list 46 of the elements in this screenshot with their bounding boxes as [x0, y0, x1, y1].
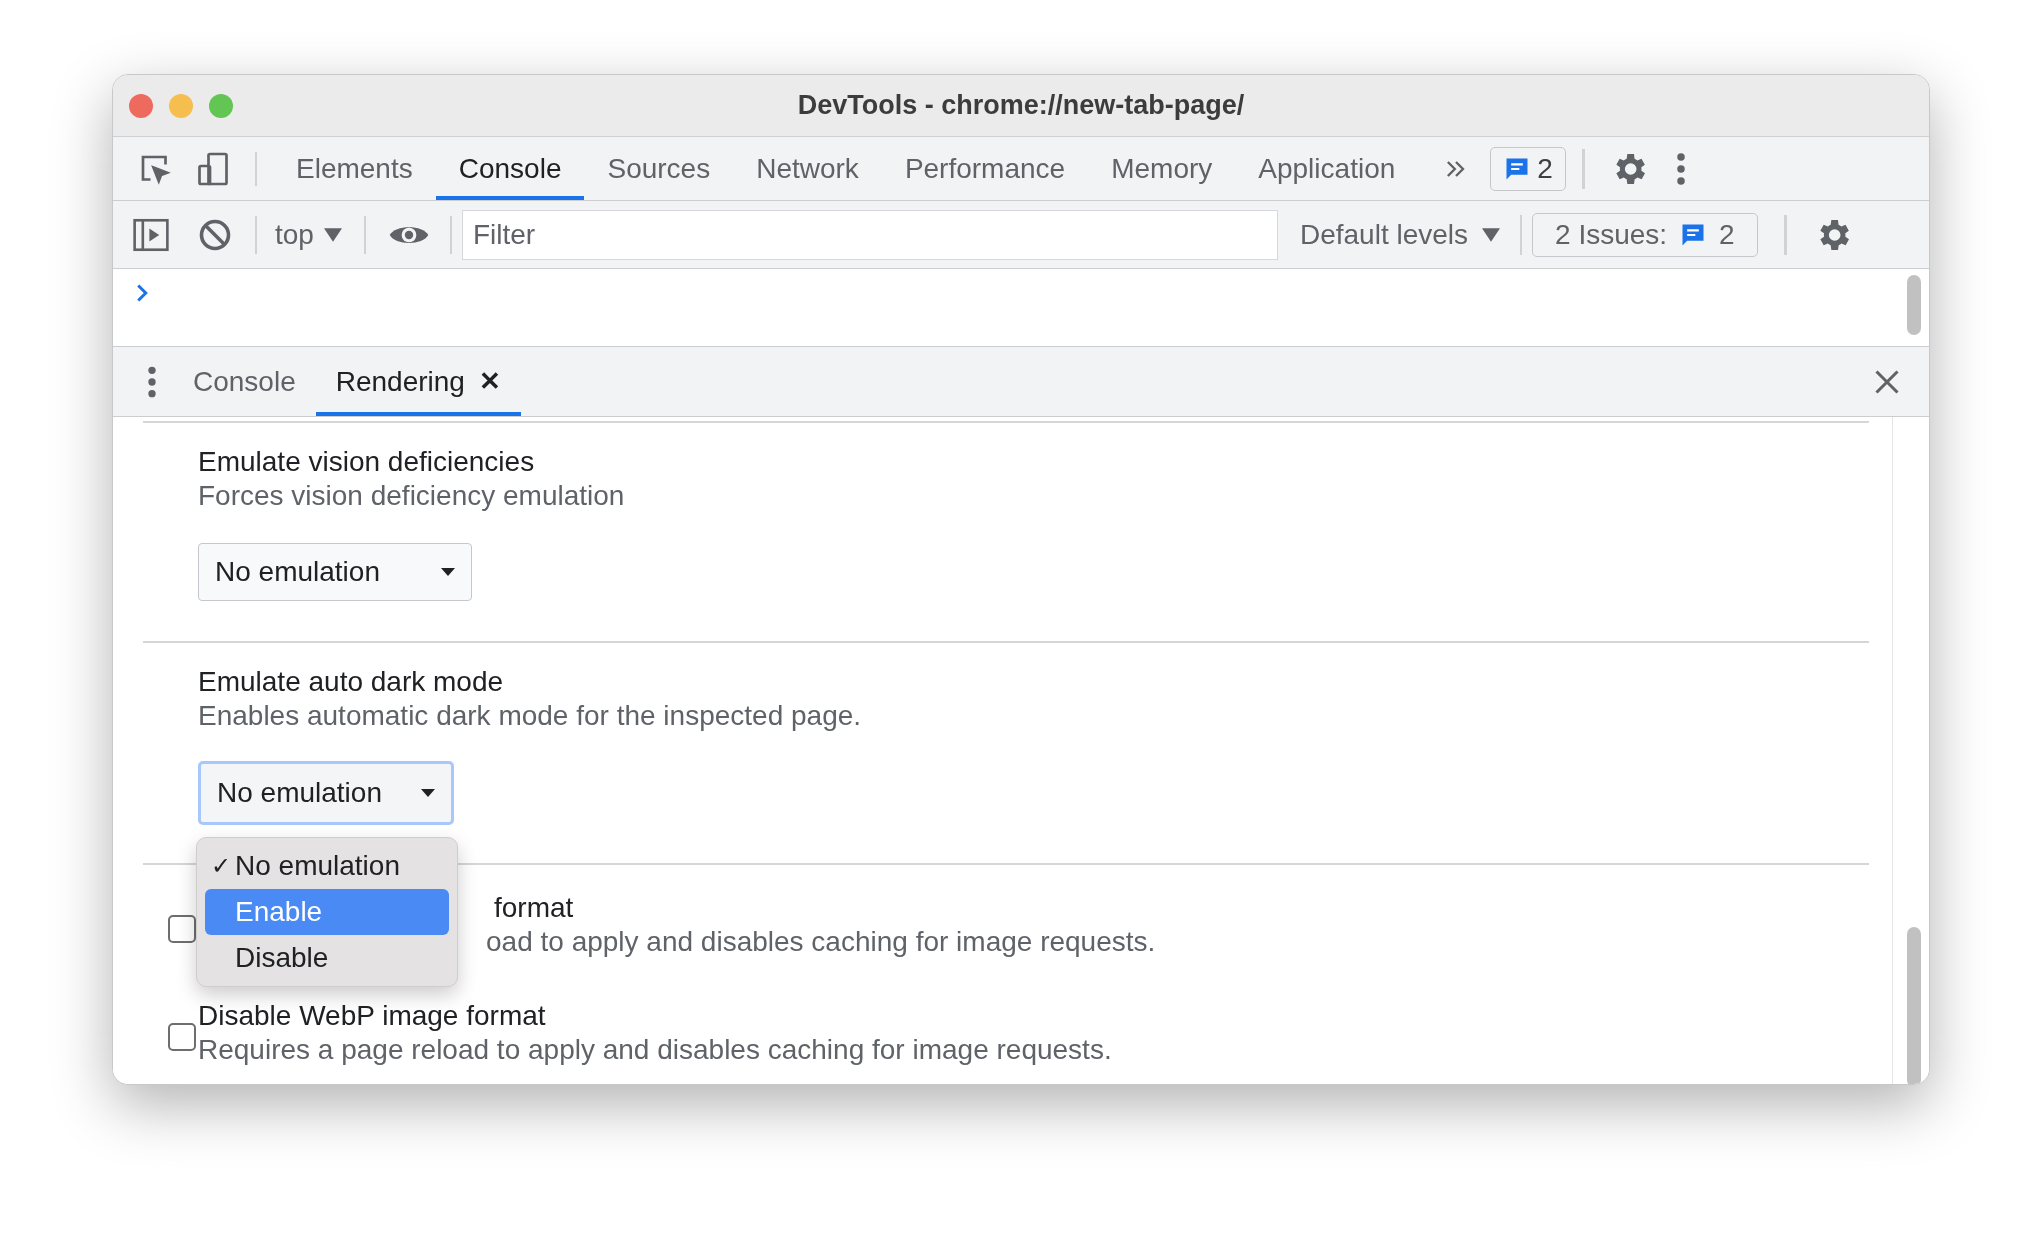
tab-label: Rendering	[335, 364, 465, 399]
menu-option[interactable]: Enable	[205, 889, 449, 935]
window-title: DevTools - chrome://new-tab-page/	[797, 89, 1245, 123]
tab[interactable]: Memory	[1088, 137, 1236, 200]
log-levels-dropdown[interactable]: Default levels	[1299, 213, 1501, 256]
device-toolbar-icon[interactable]	[195, 150, 231, 187]
more-options-icon[interactable]	[1674, 151, 1687, 186]
issues-count: 2	[1537, 151, 1553, 186]
sidebar-toggle-icon[interactable]	[131, 216, 171, 253]
tab-label: Console	[193, 364, 296, 399]
issues-badge[interactable]: 2	[1490, 146, 1566, 191]
dropdown-triangle-icon	[1482, 227, 1501, 242]
issues-button[interactable]: 2 Issues: 2	[1532, 212, 1758, 257]
tab[interactable]: Sources	[584, 137, 734, 200]
close-window-button[interactable]	[129, 94, 153, 118]
setting-title: Disable WebP image format	[198, 999, 547, 1033]
setting-title: Emulate auto dark mode	[198, 665, 505, 699]
tab[interactable]: Network	[733, 137, 882, 200]
tab[interactable]: Elements	[273, 137, 436, 200]
select-dropdown[interactable]: No emulation	[198, 543, 472, 601]
drawer-tab[interactable]: Console	[173, 347, 316, 416]
tab[interactable]: Performance	[881, 137, 1089, 200]
select-dropdown[interactable]: No emulation	[198, 761, 454, 825]
dropdown-triangle-icon	[323, 227, 342, 242]
setting-description: Enables automatic dark mode for the inspected page.	[198, 699, 863, 733]
menu-option[interactable]: ✓No emulation	[205, 843, 449, 889]
checkbox[interactable]	[168, 915, 196, 943]
scrollbar-thumb[interactable]	[1907, 275, 1921, 335]
prompt-chevron-icon	[135, 283, 149, 303]
setting-description: Forces vision deficiency emulation	[198, 479, 626, 513]
checkbox[interactable]	[168, 1023, 196, 1051]
scrollbar-thumb[interactable]	[1907, 927, 1921, 1084]
context-selector[interactable]: top	[275, 213, 342, 256]
setting-description: Requires a page reload to apply and disables caching for image requests.	[198, 1033, 1112, 1067]
tab[interactable]: Application	[1235, 137, 1419, 200]
filter-field[interactable]: Filter	[461, 209, 1278, 260]
setting-title: format	[494, 891, 575, 925]
checkmark: ✓	[210, 851, 232, 881]
close-drawer-icon[interactable]	[1873, 367, 1901, 396]
menu-option[interactable]: Disable	[205, 935, 449, 981]
drawer-menu-icon[interactable]	[147, 364, 157, 399]
dropdown-caret-icon	[441, 568, 455, 576]
setting-title: Emulate vision deficiencies	[198, 445, 536, 479]
close-tab-button[interactable]: ✕	[478, 362, 501, 401]
setting-description: oad to apply and disables caching for image requests.	[486, 925, 1156, 959]
dropdown-caret-icon	[421, 789, 435, 797]
